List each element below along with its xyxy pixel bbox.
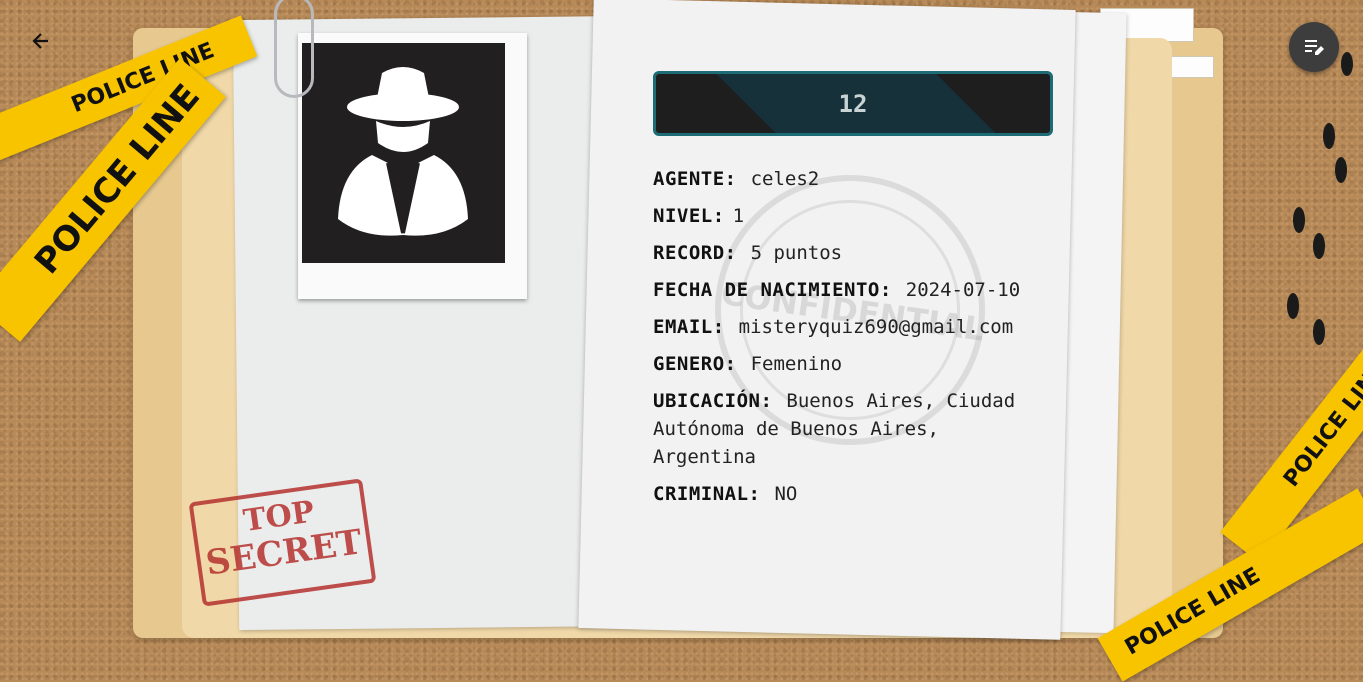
info-gender: GENERO: Femenino bbox=[653, 350, 1033, 378]
info-value: 1 bbox=[732, 205, 745, 227]
info-value: 2024-07-10 bbox=[905, 279, 1021, 301]
info-key: FECHA DE NACIMIENTO: bbox=[653, 279, 892, 301]
spy-detective-icon bbox=[338, 67, 468, 236]
info-key: RECORD: bbox=[653, 242, 737, 264]
info-key: EMAIL: bbox=[653, 316, 725, 338]
arrow-left-icon bbox=[32, 33, 48, 49]
info-email: EMAIL: misteryquiz690@gmail.com bbox=[653, 313, 1033, 341]
info-level: NIVEL: 1 bbox=[653, 202, 1033, 230]
info-key: NIVEL: bbox=[653, 205, 725, 227]
info-key: CRIMINAL: bbox=[653, 483, 761, 505]
info-value: misteryquiz690@gmail.com bbox=[738, 316, 1014, 338]
info-value: Femenino bbox=[750, 353, 843, 375]
info-value: 5 puntos bbox=[750, 242, 843, 264]
edit-list-icon bbox=[1305, 40, 1324, 55]
info-agent: AGENTE: celes2 bbox=[653, 165, 1033, 193]
info-key: UBICACIÓN: bbox=[653, 390, 773, 412]
footprints-icon bbox=[1287, 52, 1353, 345]
edit-profile-button[interactable] bbox=[1289, 22, 1339, 72]
info-criminal: CRIMINAL: NO bbox=[653, 480, 1033, 508]
info-value: NO bbox=[774, 483, 798, 505]
info-key: AGENTE: bbox=[653, 168, 737, 190]
info-birthdate: FECHA DE NACIMIENTO: 2024-07-10 bbox=[653, 276, 1033, 304]
agent-id-banner: 12 bbox=[653, 71, 1053, 136]
back-button[interactable] bbox=[26, 26, 56, 56]
paper-clip bbox=[274, 0, 314, 98]
agent-id: 12 bbox=[838, 90, 868, 118]
info-location: UBICACIÓN: Buenos Aires, Ciudad Autónoma … bbox=[653, 387, 1033, 471]
info-key: GENERO: bbox=[653, 353, 737, 375]
info-value: celes2 bbox=[750, 168, 820, 190]
police-tape-label: POLICE LINE bbox=[1278, 357, 1363, 492]
info-record: RECORD: 5 puntos bbox=[653, 239, 1033, 267]
agent-photo bbox=[302, 43, 505, 263]
